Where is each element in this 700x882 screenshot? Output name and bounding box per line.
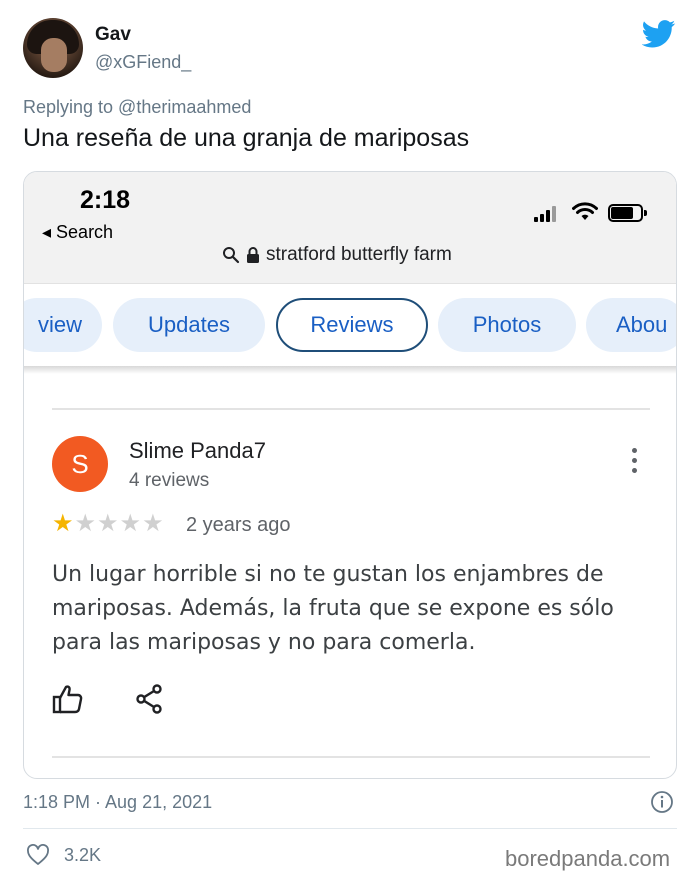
divider: [23, 828, 677, 829]
heart-icon[interactable]: [26, 844, 50, 866]
info-icon[interactable]: [650, 790, 674, 814]
tab-overview: view: [24, 298, 102, 352]
search-icon: [223, 247, 240, 264]
thumbs-up-icon: [52, 685, 83, 714]
tweet-timestamp[interactable]: 1:18 PM · Aug 21, 2021: [23, 792, 212, 813]
like-count: 3.2K: [64, 845, 102, 865]
review-date: 2 years ago: [186, 514, 291, 536]
url-bar: stratford butterfly farm: [222, 244, 452, 266]
star-icon: ★: [97, 510, 119, 537]
star-icon: ★: [119, 510, 142, 537]
reviewer-avatar: S: [52, 436, 108, 492]
author-handle[interactable]: @xGFiend_: [95, 52, 191, 73]
author-avatar[interactable]: [23, 18, 83, 78]
watermark: boredpanda.com: [505, 846, 671, 871]
battery-icon: [608, 204, 648, 222]
url-text: stratford butterfly farm: [266, 244, 452, 265]
star-icon: ★: [52, 510, 74, 537]
more-vert-icon: [628, 448, 642, 474]
phone-status-area: 2:18 ◂ Search stratford butterfly farm: [24, 172, 676, 284]
review-text: Un lugar horrible si no te gustan los en…: [52, 562, 614, 655]
tab-reviews: Reviews: [276, 298, 428, 352]
tweet-text: Una reseña de una granja de mariposas: [23, 124, 470, 152]
star-rating: ★ ★ ★ ★ ★: [52, 510, 164, 538]
status-time: 2:18: [80, 186, 131, 214]
author-name[interactable]: Gav: [95, 24, 131, 46]
back-to-search: ◂ Search: [42, 222, 114, 242]
divider: [52, 408, 650, 410]
star-icon: ★: [74, 510, 97, 537]
reviewer-count: 4 reviews: [129, 470, 210, 491]
tab-updates: Updates: [113, 298, 265, 352]
signal-icon: [534, 206, 560, 222]
attached-screenshot[interactable]: 2:18 ◂ Search stratford butterfly farm v…: [23, 171, 677, 779]
tab-photos: Photos: [438, 298, 576, 352]
share-icon: [136, 684, 162, 714]
lock-icon: [247, 247, 259, 263]
tab-chips: view Updates Reviews Photos Abou: [24, 284, 676, 366]
wifi-icon: [572, 202, 598, 220]
tab-about: Abou: [586, 298, 676, 352]
divider: [52, 756, 650, 758]
twitter-bird-icon: [642, 20, 676, 48]
avatar-face: [41, 38, 67, 72]
chips-shadow: [24, 366, 676, 374]
reviewer-name: Slime Panda7: [129, 438, 266, 463]
replying-to[interactable]: Replying to @therimaahmed: [23, 97, 251, 118]
star-icon: ★: [142, 510, 164, 537]
